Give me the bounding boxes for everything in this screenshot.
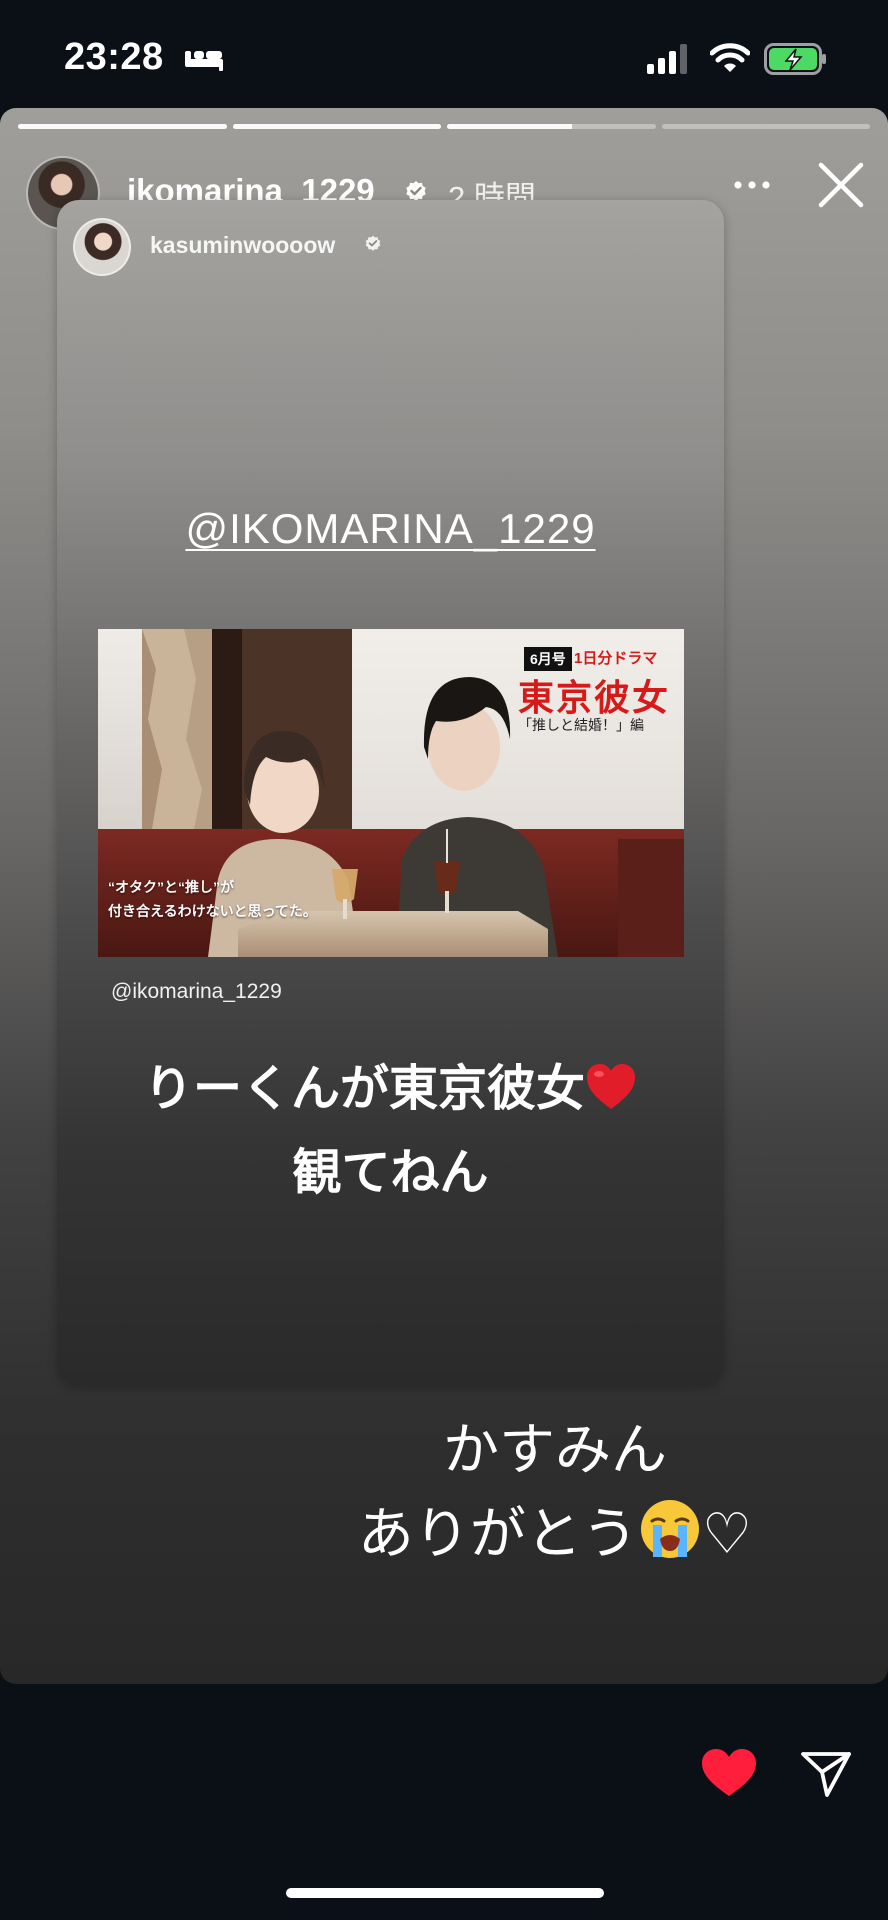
story-card[interactable]: ikomarina_1229 2 時間 kasuminwoooow @IKOMA… xyxy=(0,108,888,1684)
story-text: かすみん ありがとう ♡ xyxy=(240,1408,870,1584)
promo-subtitle: 「推しと結婚！」編 xyxy=(518,717,644,733)
promo-badge: 6月号 xyxy=(524,647,572,671)
story-text-line-1: かすみん xyxy=(443,1418,667,1481)
cellular-signal-icon xyxy=(646,44,690,79)
shared-caption: りーくんが東京彼女 観てねん xyxy=(57,1050,724,1212)
progress-segment xyxy=(447,124,656,129)
bed-icon xyxy=(184,45,224,76)
mention-sticker[interactable]: @IKOMARINA_1229 xyxy=(57,505,724,553)
status-bar: 23:28 xyxy=(0,0,888,108)
caption-line-2: 観てねん xyxy=(292,1146,489,1200)
progress-segment xyxy=(232,124,441,129)
more-horizontal-icon[interactable] xyxy=(732,178,772,196)
caption-line-1: りーくんが東京彼女 xyxy=(57,1050,724,1134)
loudly-crying-face-icon xyxy=(638,1497,702,1584)
promo-image[interactable]: 6月号 1日分ドラマ 東京彼女 「推しと結婚！」編 “オタク”と“推し”が 付き… xyxy=(98,629,684,957)
story-text-line-2: ありがとう ♡ xyxy=(240,1492,870,1584)
progress-segment xyxy=(18,124,227,129)
story-progress-bar xyxy=(18,124,870,129)
heart-icon[interactable] xyxy=(700,1748,758,1803)
promo-title: 東京彼女 xyxy=(518,677,671,719)
home-indicator[interactable] xyxy=(286,1888,604,1898)
promo-tagline-1: “オタク”と“推し”が xyxy=(108,879,234,895)
promo-tagline-2: 付き合えるわけないと思ってた。 xyxy=(108,903,317,919)
promo-mention[interactable]: @ikomarina_1229 xyxy=(111,980,282,1004)
shared-avatar[interactable] xyxy=(73,218,131,276)
shared-username[interactable]: kasuminwoooow xyxy=(150,232,335,259)
verified-badge-icon xyxy=(364,235,382,258)
wifi-icon xyxy=(709,42,751,79)
promo-series: 1日分ドラマ xyxy=(574,650,658,667)
red-heart-icon xyxy=(585,1056,637,1134)
instagram-story-viewer: 23:28 ikomarina_1229 2 時間 kasuminwoooow … xyxy=(0,0,888,1920)
close-icon[interactable] xyxy=(818,162,864,213)
send-icon[interactable] xyxy=(800,1750,852,1803)
shared-story-card[interactable]: kasuminwoooow @IKOMARINA_1229 6月号 1日分ドラマ… xyxy=(57,200,724,1386)
progress-segment xyxy=(661,124,870,129)
status-time: 23:28 xyxy=(64,36,164,78)
battery-charging-icon xyxy=(764,43,828,80)
